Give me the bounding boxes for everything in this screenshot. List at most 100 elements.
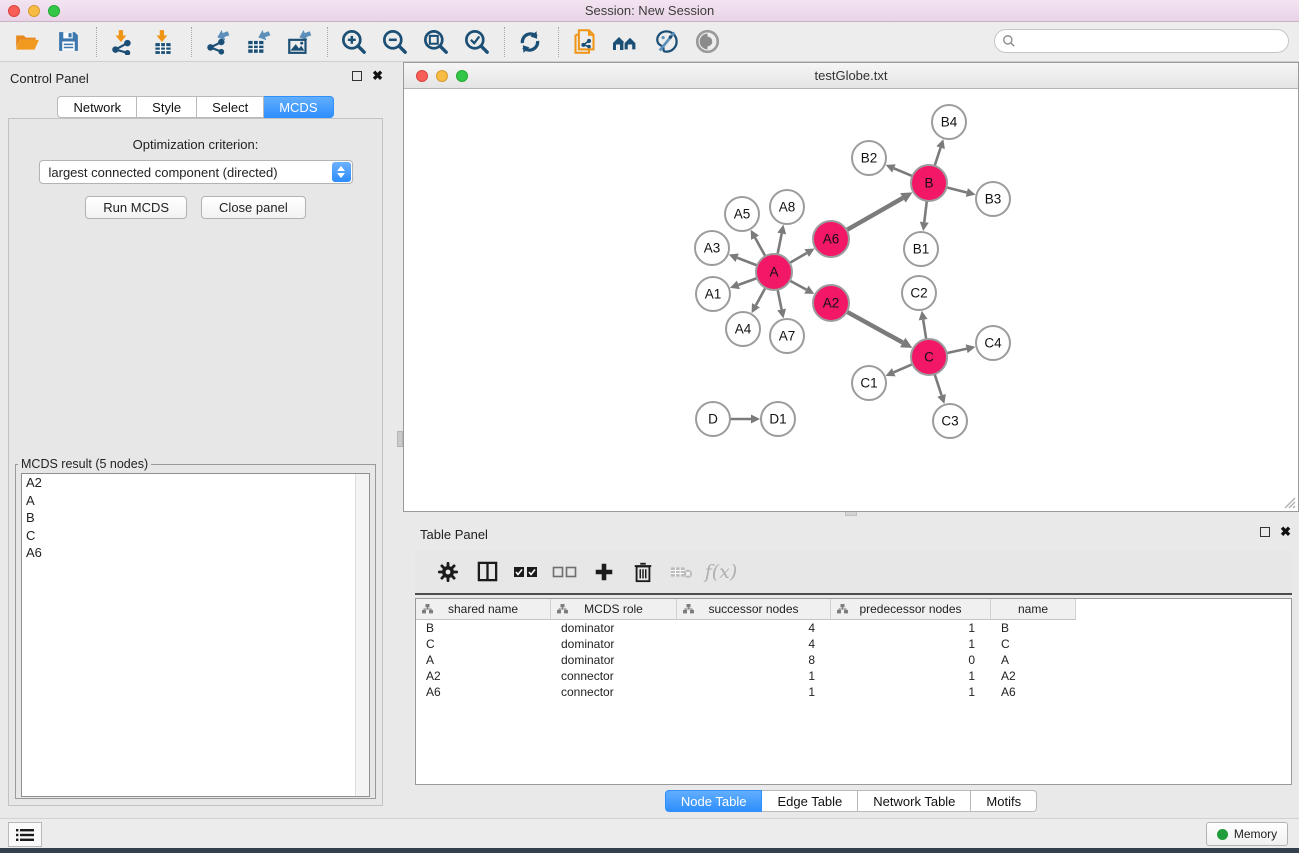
export-image-button[interactable] — [284, 27, 314, 57]
graph-node-C2[interactable]: C2 — [902, 276, 936, 310]
tab-node-table[interactable]: Node Table — [665, 790, 763, 812]
graph-node-A3[interactable]: A3 — [695, 231, 729, 265]
result-list-item[interactable]: B — [22, 509, 369, 527]
save-session-button[interactable] — [53, 27, 83, 57]
network-overview-button[interactable] — [610, 27, 640, 57]
graph-node-A2[interactable]: A2 — [813, 285, 849, 321]
edge-A-A8[interactable] — [778, 233, 782, 254]
edge-A-A3[interactable] — [737, 258, 757, 266]
edge-A-A2[interactable] — [790, 281, 807, 290]
optimization-criterion-select[interactable]: largest connected component (directed) — [39, 160, 353, 184]
result-list-scrollbar[interactable] — [355, 474, 369, 796]
open-file-button[interactable] — [12, 27, 42, 57]
network-graph[interactable]: A A1 A2 A3 A4 A5 A6 A7 A8 B B1 B2 B3 B4 C C1 C2 C3 C4 D D1 — [405, 90, 1299, 512]
export-table-button[interactable] — [243, 27, 273, 57]
graph-node-C4[interactable]: C4 — [976, 326, 1010, 360]
graph-node-C[interactable]: C — [911, 339, 947, 375]
graph-node-B4[interactable]: B4 — [932, 105, 966, 139]
run-mcds-button[interactable]: Run MCDS — [85, 196, 187, 219]
table-row[interactable]: Adominator80A — [416, 652, 1291, 668]
resize-grip-icon[interactable] — [1282, 495, 1296, 509]
column-header-MCDS-role[interactable]: MCDS role — [551, 599, 677, 620]
result-list-item[interactable]: A — [22, 492, 369, 510]
graph-node-A6[interactable]: A6 — [813, 221, 849, 257]
edge-C-C4[interactable] — [947, 349, 967, 353]
column-header-successor-nodes[interactable]: successor nodes — [677, 599, 831, 620]
graph-node-D[interactable]: D — [696, 402, 730, 436]
apply-layout-button[interactable] — [515, 27, 545, 57]
close-panel-button[interactable]: Close panel — [201, 196, 306, 219]
graph-node-C1[interactable]: C1 — [852, 366, 886, 400]
close-panel-icon[interactable]: ✖ — [372, 71, 383, 81]
edge-B-B2[interactable] — [894, 168, 912, 176]
graph-node-A[interactable]: A — [756, 254, 792, 290]
zoom-fit-button[interactable] — [420, 27, 450, 57]
tab-network[interactable]: Network — [57, 96, 137, 118]
graph-node-B[interactable]: B — [911, 165, 947, 201]
export-network-button[interactable] — [202, 27, 232, 57]
table-close-panel-icon[interactable]: ✖ — [1280, 527, 1291, 537]
network-window-titlebar[interactable]: testGlobe.txt — [404, 63, 1298, 89]
table-row[interactable]: Bdominator41B — [416, 620, 1291, 636]
add-column-button[interactable] — [589, 558, 619, 586]
zoom-selected-button[interactable] — [461, 27, 491, 57]
column-header-predecessor-nodes[interactable]: predecessor nodes — [831, 599, 991, 620]
column-header-shared-name[interactable]: shared name — [416, 599, 551, 620]
delete-column-button[interactable] — [628, 558, 658, 586]
graph-node-D1[interactable]: D1 — [761, 402, 795, 436]
tab-mcds[interactable]: MCDS — [264, 96, 333, 118]
import-network-button[interactable] — [107, 27, 137, 57]
edge-B-B4[interactable] — [935, 148, 941, 166]
graph-node-A7[interactable]: A7 — [770, 319, 804, 353]
edge-A-A4[interactable] — [756, 288, 766, 305]
tab-style[interactable]: Style — [137, 96, 197, 118]
toggle-details-button[interactable] — [692, 27, 722, 57]
toolbar-search[interactable] — [994, 29, 1289, 53]
search-input[interactable] — [1016, 34, 1288, 48]
edge-C-C3[interactable] — [935, 374, 942, 395]
column-header-name[interactable]: name — [991, 599, 1076, 620]
table-options-button[interactable] — [433, 558, 463, 586]
graph-node-B1[interactable]: B1 — [904, 232, 938, 266]
edge-A-A1[interactable] — [738, 278, 757, 285]
task-history-button[interactable] — [8, 822, 42, 847]
delete-table-button-disabled[interactable] — [667, 558, 697, 586]
zoom-out-button[interactable] — [379, 27, 409, 57]
graph-node-A8[interactable]: A8 — [770, 190, 804, 224]
graph-node-A5[interactable]: A5 — [725, 197, 759, 231]
mcds-result-list[interactable]: A2ABCA6 — [21, 473, 370, 797]
import-table-button[interactable] — [148, 27, 178, 57]
edge-A6-B[interactable] — [847, 198, 903, 230]
edge-A-A7[interactable] — [778, 290, 782, 310]
edge-A-A5[interactable] — [755, 238, 765, 257]
graphics-details-button[interactable] — [651, 27, 681, 57]
show-column-button[interactable] — [472, 558, 502, 586]
table-row[interactable]: A6connector11A6 — [416, 684, 1291, 700]
zoom-in-button[interactable] — [338, 27, 368, 57]
tab-edge-table[interactable]: Edge Table — [762, 790, 858, 812]
edge-C-C1[interactable] — [894, 364, 913, 372]
tab-motifs[interactable]: Motifs — [971, 790, 1037, 812]
table-row[interactable]: A2connector11A2 — [416, 668, 1291, 684]
float-panel-icon[interactable] — [352, 71, 362, 81]
graph-node-A1[interactable]: A1 — [696, 277, 730, 311]
new-network-from-selection-button[interactable] — [569, 27, 599, 57]
edge-B-B3[interactable] — [946, 187, 966, 192]
tab-select[interactable]: Select — [197, 96, 264, 118]
function-builder-button-disabled[interactable]: f(x) — [706, 558, 736, 586]
graph-node-C3[interactable]: C3 — [933, 404, 967, 438]
result-list-item[interactable]: A2 — [22, 474, 369, 492]
unselect-all-columns-button[interactable] — [550, 558, 580, 586]
table-float-panel-icon[interactable] — [1260, 527, 1270, 537]
table-row[interactable]: Cdominator41C — [416, 636, 1291, 652]
result-list-item[interactable]: C — [22, 527, 369, 545]
edge-A-A6[interactable] — [790, 253, 807, 263]
edge-B-B1[interactable] — [924, 201, 927, 222]
select-all-columns-button[interactable] — [511, 558, 541, 586]
graph-node-B2[interactable]: B2 — [852, 141, 886, 175]
graph-node-A4[interactable]: A4 — [726, 312, 760, 346]
edge-A2-C[interactable] — [847, 312, 903, 343]
graph-node-B3[interactable]: B3 — [976, 182, 1010, 216]
result-list-item[interactable]: A6 — [22, 544, 369, 562]
edge-C-C2[interactable] — [923, 320, 926, 340]
